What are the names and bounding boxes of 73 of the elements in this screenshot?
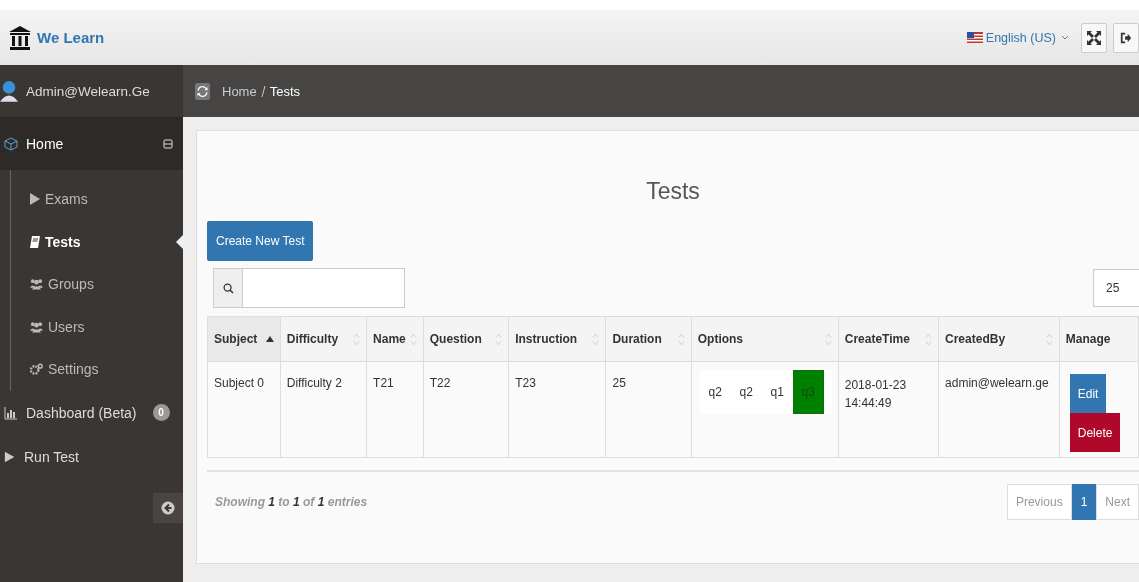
play-icon bbox=[4, 449, 16, 464]
collapse-icon[interactable] bbox=[163, 139, 173, 149]
book-icon bbox=[30, 235, 40, 248]
group-icon bbox=[30, 320, 43, 333]
sidebar-subitem[interactable]: Groups bbox=[11, 263, 183, 306]
table-cell: 25 bbox=[605, 361, 692, 458]
column-header[interactable]: Duration bbox=[605, 316, 692, 362]
logout-button[interactable] bbox=[1113, 22, 1139, 53]
delete-button[interactable]: Delete bbox=[1069, 413, 1121, 452]
collapse-sidebar-button[interactable] bbox=[153, 493, 183, 523]
sidebar-subitem[interactable]: Users bbox=[11, 305, 183, 348]
logout-icon bbox=[1120, 31, 1132, 44]
user-avatar-icon bbox=[0, 79, 18, 103]
sort-ascending-icon bbox=[265, 336, 274, 342]
sort-icon bbox=[925, 332, 933, 346]
language-selector[interactable]: English (US) bbox=[966, 30, 1069, 45]
pagination-button[interactable]: 1 bbox=[1071, 484, 1097, 520]
table-cell-text: 2018-01-23 bbox=[844, 377, 908, 394]
column-header[interactable]: Name bbox=[366, 316, 424, 362]
table-cell: T23 bbox=[508, 361, 606, 458]
search-icon bbox=[222, 282, 234, 294]
option-tag: q2 bbox=[730, 370, 762, 414]
table-cell: Subject 0 bbox=[207, 361, 281, 458]
play-icon bbox=[30, 193, 40, 206]
group-icon bbox=[30, 278, 43, 291]
count-badge: 0 bbox=[152, 404, 170, 421]
user-name[interactable]: Admin@Welearn.Ge bbox=[26, 83, 150, 99]
table-cell: T21 bbox=[366, 361, 424, 458]
column-header[interactable]: CreatedBy bbox=[938, 316, 1060, 362]
sort-icon bbox=[353, 332, 361, 346]
edit-button[interactable]: Edit bbox=[1069, 374, 1107, 413]
sidebar-subitem[interactable]: Settings bbox=[11, 348, 183, 391]
sort-icon bbox=[824, 332, 832, 346]
column-header[interactable]: Options bbox=[691, 316, 839, 362]
sort-icon bbox=[677, 332, 685, 346]
sort-icon bbox=[592, 332, 600, 346]
sidebar-item[interactable]: Home bbox=[0, 118, 183, 170]
gears-icon bbox=[30, 363, 43, 376]
option-tag: q1 bbox=[761, 370, 793, 414]
column-header[interactable]: CreateTime bbox=[838, 316, 939, 362]
column-header[interactable]: Question bbox=[423, 316, 509, 362]
building-icon bbox=[9, 25, 31, 50]
bar-chart-icon bbox=[4, 405, 18, 420]
search-field[interactable] bbox=[213, 268, 405, 308]
sort-icon bbox=[1045, 332, 1053, 346]
column-header[interactable]: Subject bbox=[207, 316, 281, 362]
sidebar-item[interactable]: Run Test bbox=[0, 434, 183, 479]
sort-icon bbox=[495, 332, 503, 346]
table-cell: admin@welearn.ge bbox=[938, 361, 1060, 458]
page-title: Tests bbox=[645, 178, 701, 205]
brand-name[interactable]: We Learn bbox=[37, 29, 105, 46]
fullscreen-button[interactable] bbox=[1081, 22, 1107, 53]
refresh-button[interactable] bbox=[195, 82, 210, 100]
table-cell: Difficulty 2 bbox=[280, 361, 367, 458]
breadcrumb-link[interactable]: Home bbox=[222, 83, 257, 99]
cube-icon bbox=[4, 137, 18, 151]
chevron-down-icon bbox=[1061, 35, 1069, 40]
column-header[interactable]: Instruction bbox=[508, 316, 606, 362]
table-cell: T22 bbox=[423, 361, 509, 458]
flag-icon bbox=[966, 32, 983, 43]
entries-info: Showing 1 to 1 of 1 entries bbox=[215, 495, 368, 509]
arrow-left-icon bbox=[161, 501, 175, 515]
create-test-button[interactable]: Create New Test bbox=[207, 221, 314, 261]
option-tag: q2 bbox=[699, 370, 731, 414]
sort-icon bbox=[409, 332, 417, 346]
refresh-icon bbox=[197, 85, 208, 97]
table-cell-text: 14:44:49 bbox=[844, 395, 893, 412]
expand-arrows-icon bbox=[1086, 29, 1102, 46]
column-header: Manage bbox=[1059, 316, 1139, 362]
sidebar-subitem[interactable]: Exams bbox=[11, 178, 183, 221]
column-header[interactable]: Difficulty bbox=[280, 316, 367, 362]
page-size-select[interactable]: 25 bbox=[1093, 269, 1139, 307]
sidebar-item[interactable]: Dashboard (Beta) 0 bbox=[0, 390, 183, 435]
